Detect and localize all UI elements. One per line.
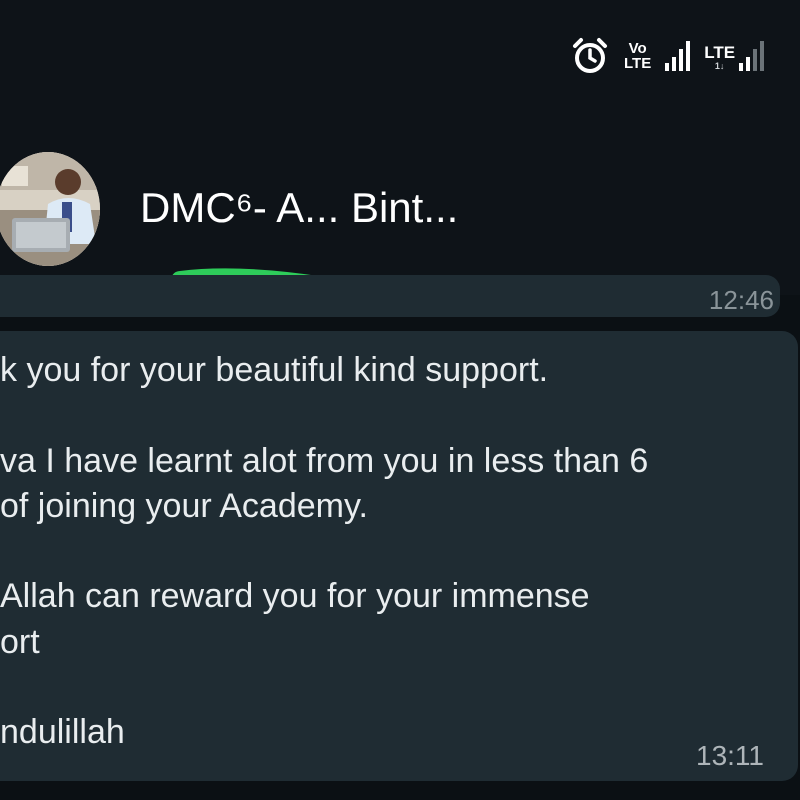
message-line: ort (0, 623, 40, 661)
lte-signal-group: LTE 1↓ (704, 41, 765, 71)
previous-message-time: 12:46 (708, 285, 774, 315)
contact-name[interactable]: DMC⁶- A... Bint... (140, 184, 458, 232)
alarm-icon (573, 38, 607, 73)
volte-top-label: Vo (628, 40, 647, 57)
lte-label: LTE (704, 43, 736, 62)
status-bar: Vo LTE LTE 1↓ (0, 0, 800, 100)
message-bubble[interactable]: k you for your beautiful kind support. v… (0, 331, 798, 781)
chat-area[interactable]: 12:46 k you for your beautiful kind supp… (0, 275, 800, 800)
signal-icon (739, 41, 765, 71)
message-line: of joining your Academy. (0, 487, 368, 525)
volte-icon: Vo LTE (624, 41, 651, 71)
message-time: 13:11 (696, 740, 764, 771)
message-line: k you for your beautiful kind support. (0, 351, 549, 389)
lte-sub-label: 1↓ (714, 61, 725, 71)
previous-message-bubble[interactable] (0, 275, 780, 317)
message-line: va I have learnt alot from you in less t… (0, 442, 649, 480)
lte-icon: LTE 1↓ (704, 43, 736, 71)
volte-bottom-label: LTE (624, 55, 652, 72)
avatar[interactable] (0, 152, 100, 266)
chat-screen: Vo LTE LTE 1↓ DMC⁶- A... Bint... 12:46 k… (0, 0, 800, 800)
message-line: Allah can reward you for your immense (0, 577, 590, 615)
chat-header[interactable]: DMC⁶- A... Bint... (0, 100, 800, 371)
message-line: ndulillah (0, 713, 125, 751)
signal-icon (665, 41, 691, 71)
status-icons: Vo LTE LTE 1↓ (570, 36, 765, 76)
